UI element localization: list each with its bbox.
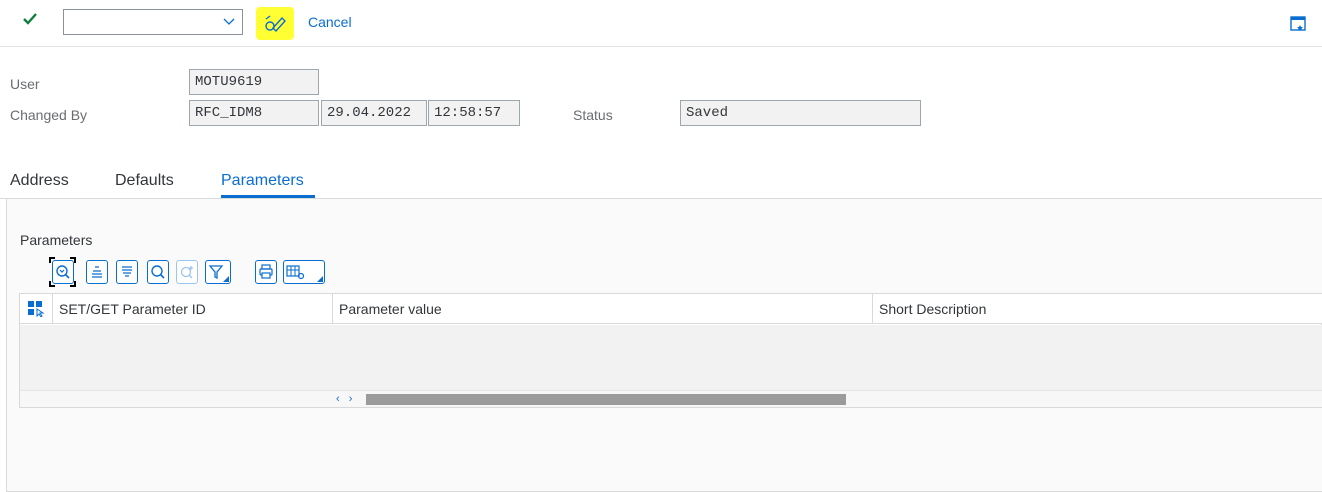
scroll-arrows-icon[interactable]: ‹ › (336, 391, 355, 407)
dropdown-triangle-icon (317, 276, 323, 282)
tab-address[interactable]: Address (10, 172, 69, 190)
sort-ascending-button[interactable] (86, 260, 108, 284)
table-header: SET/GET Parameter ID Parameter value Sho… (20, 294, 1322, 324)
status-label: Status (573, 107, 613, 123)
horizontal-scrollbar[interactable]: ‹ › (20, 390, 1322, 407)
scroll-thumb[interactable] (366, 394, 846, 405)
layout-button[interactable] (283, 260, 325, 284)
checkmark-icon[interactable] (22, 11, 42, 31)
toolbar: Cancel (0, 0, 1322, 46)
column-settings-icon (28, 301, 45, 317)
command-field[interactable] (63, 9, 243, 35)
column-settings-cell[interactable] (20, 294, 53, 324)
details-icon (56, 265, 70, 279)
print-icon (259, 264, 273, 279)
print-button[interactable] (255, 260, 277, 284)
status-field: Saved (680, 100, 921, 126)
dropdown-triangle-icon (223, 276, 229, 282)
sort-descending-button[interactable] (116, 260, 138, 284)
filter-icon (208, 265, 224, 280)
details-button[interactable] (52, 260, 74, 284)
changed-date-field: 29.04.2022 (321, 100, 427, 126)
user-field: MOTU9619 (189, 69, 319, 95)
changed-time-field: 12:58:57 (428, 100, 520, 126)
find-button[interactable] (147, 260, 169, 284)
tab-defaults[interactable]: Defaults (115, 172, 174, 190)
section-title: Parameters (20, 232, 93, 248)
find-next-icon (180, 266, 193, 279)
cancel-button[interactable]: Cancel (308, 14, 352, 30)
column-header-short-description[interactable]: Short Description (873, 294, 1322, 324)
user-label: User (10, 76, 40, 92)
parameters-table: SET/GET Parameter ID Parameter value Sho… (19, 293, 1322, 408)
window-icon[interactable] (1290, 16, 1306, 32)
edit-button[interactable] (256, 7, 294, 40)
sort-ascending-icon (92, 266, 102, 278)
toolbar-separator (0, 46, 1322, 47)
tab-parameters[interactable]: Parameters (221, 172, 304, 190)
sort-descending-icon (122, 266, 132, 277)
edit-pencil-icon (265, 15, 286, 33)
find-next-button[interactable] (176, 260, 198, 284)
find-icon (151, 265, 165, 279)
column-header-parameter-id[interactable]: SET/GET Parameter ID (53, 294, 333, 324)
changed-by-field: RFC_IDM8 (189, 100, 319, 126)
column-header-parameter-value[interactable]: Parameter value (333, 294, 873, 324)
filter-button[interactable] (205, 260, 231, 284)
chevron-down-icon[interactable] (223, 15, 235, 27)
layout-icon (286, 265, 305, 280)
table-body (20, 325, 1322, 390)
changed-by-label: Changed By (10, 107, 88, 123)
